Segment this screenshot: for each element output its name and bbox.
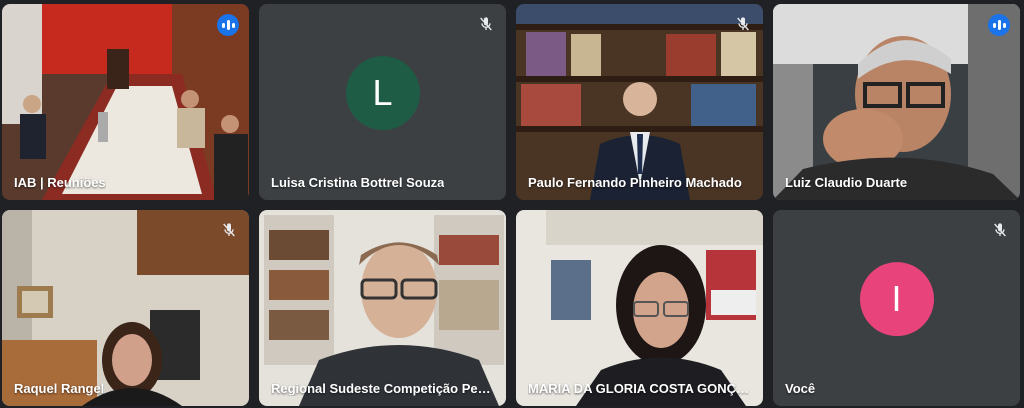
- participant-name: Luisa Cristina Bottrel Souza: [271, 175, 445, 190]
- participant-tile-iab-reunioes[interactable]: IAB | Reuniões: [2, 4, 249, 200]
- speaking-indicator-icon: [217, 14, 239, 36]
- participant-name: Raquel Rangel: [14, 381, 105, 396]
- avatar: I: [859, 262, 934, 337]
- participant-tile-voce[interactable]: I Você: [773, 210, 1020, 406]
- participant-tile-maria-da-gloria[interactable]: MARIA DA GLORIA COSTA GONÇALVE...: [516, 210, 763, 406]
- participant-tile-luisa[interactable]: L Luisa Cristina Bottrel Souza: [259, 4, 506, 200]
- mic-off-icon: [737, 17, 749, 31]
- participant-name: MARIA DA GLORIA COSTA GONÇALVE...: [528, 381, 750, 396]
- participant-name: Luiz Claudio Duarte: [785, 175, 908, 190]
- participant-tile-raquel[interactable]: Raquel Rangel: [2, 210, 249, 406]
- mic-off-icon: [480, 17, 492, 31]
- participant-name: Regional Sudeste Competição Petrônio...: [271, 381, 493, 396]
- participant-tile-luiz-claudio[interactable]: Luiz Claudio Duarte: [773, 4, 1020, 200]
- mic-off-icon: [223, 223, 235, 237]
- speaking-indicator-icon: [988, 14, 1010, 36]
- mic-off-icon: [994, 223, 1006, 237]
- avatar: L: [345, 56, 420, 131]
- participant-name: Paulo Fernando Pinheiro Machado: [528, 175, 742, 190]
- participant-tile-paulo[interactable]: Paulo Fernando Pinheiro Machado: [516, 4, 763, 200]
- participant-name: Você: [785, 381, 816, 396]
- participant-tile-regional-sudeste[interactable]: Regional Sudeste Competição Petrônio...: [259, 210, 506, 406]
- participant-name: IAB | Reuniões: [14, 175, 106, 190]
